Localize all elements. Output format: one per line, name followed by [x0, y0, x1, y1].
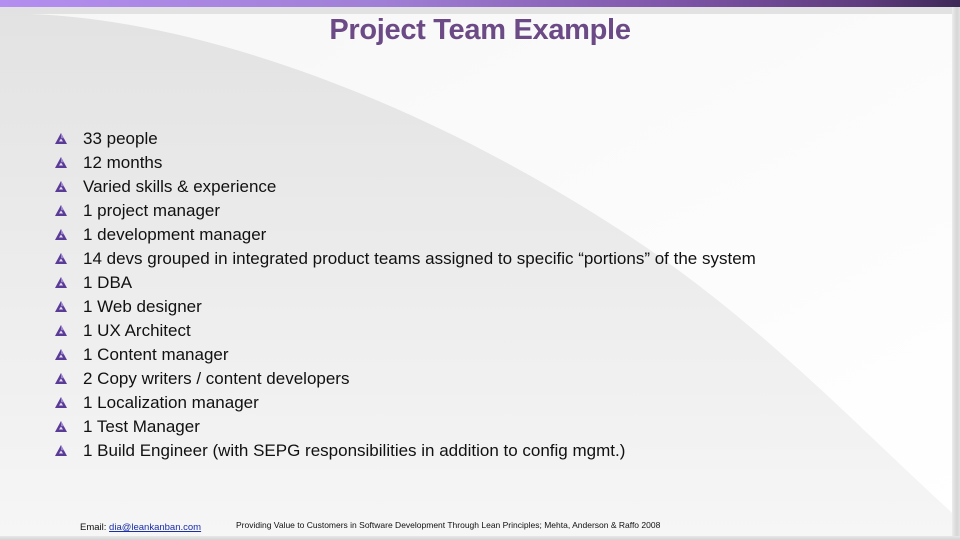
- frame-right: [952, 7, 960, 540]
- email-label: Email:: [80, 522, 110, 533]
- triangle-swirl-icon: [55, 181, 67, 192]
- triangle-swirl-icon: [55, 253, 67, 264]
- triangle-swirl-icon: [55, 301, 67, 312]
- bullet-text: 33 people: [83, 129, 158, 148]
- bullet-item: 2 Copy writers / content developers: [54, 367, 756, 391]
- triangle-swirl-icon: [55, 133, 67, 144]
- triangle-swirl-icon: [55, 157, 67, 168]
- footer-citation: Providing Value to Customers in Software…: [236, 520, 661, 530]
- bullet-item: 1 Content manager: [54, 343, 756, 367]
- bullet-text: 1 DBA: [83, 273, 133, 292]
- bullet-list: 33 people 12 months Varied skills & experi…: [54, 127, 756, 463]
- bullet-text: 1 Localization manager: [83, 393, 259, 412]
- footer-email: Email: dia@leankanban.com: [80, 522, 201, 533]
- bullet-item: 1 UX Architect: [54, 319, 756, 343]
- bullet-text: 1 project manager: [83, 201, 221, 220]
- bullet-item: 12 months: [54, 151, 756, 175]
- triangle-swirl-icon: [55, 205, 67, 216]
- triangle-swirl-icon: [55, 349, 67, 360]
- slide-title: Project Team Example: [329, 14, 631, 46]
- email-link[interactable]: dia@leankanban.com: [109, 522, 201, 533]
- bullet-item: 14 devs grouped in integrated product te…: [54, 247, 756, 271]
- bullet-item: 1 development manager: [54, 223, 756, 247]
- accent-bar: [0, 0, 960, 7]
- bullet-text: 2 Copy writers / content developers: [83, 369, 350, 388]
- bullet-text: 1 development manager: [83, 225, 267, 244]
- bullet-text: 1 UX Architect: [83, 321, 191, 340]
- bullet-item: 1 project manager: [54, 199, 756, 223]
- bullet-item: 1 Web designer: [54, 295, 756, 319]
- bullet-text: 12 months: [83, 153, 163, 172]
- bullet-text: Varied skills & experience: [83, 177, 277, 196]
- triangle-swirl-icon: [55, 229, 67, 240]
- bullet-item: Varied skills & experience: [54, 175, 756, 199]
- bullet-item: 33 people: [54, 127, 756, 151]
- bullet-text: 1 Content manager: [83, 345, 229, 364]
- triangle-swirl-icon: [55, 373, 67, 384]
- slide: Project Team Example 33 people 12 months V…: [0, 0, 960, 540]
- triangle-swirl-icon: [55, 325, 67, 336]
- bullet-text: 1 Build Engineer (with SEPG responsibili…: [83, 441, 626, 460]
- bullet-text: 14 devs grouped in integrated product te…: [83, 249, 756, 268]
- triangle-swirl-icon: [55, 277, 67, 288]
- bullet-item: 1 Localization manager: [54, 391, 756, 415]
- triangle-swirl-icon: [55, 397, 67, 408]
- bullet-item: 1 DBA: [54, 271, 756, 295]
- bullet-item: 1 Test Manager: [54, 415, 756, 439]
- bullet-text: 1 Test Manager: [83, 417, 200, 436]
- bullet-item: 1 Build Engineer (with SEPG responsibili…: [54, 439, 756, 463]
- triangle-swirl-icon: [55, 421, 67, 432]
- triangle-swirl-icon: [55, 445, 67, 456]
- bullet-text: 1 Web designer: [83, 297, 202, 316]
- frame-bottom: [0, 536, 960, 540]
